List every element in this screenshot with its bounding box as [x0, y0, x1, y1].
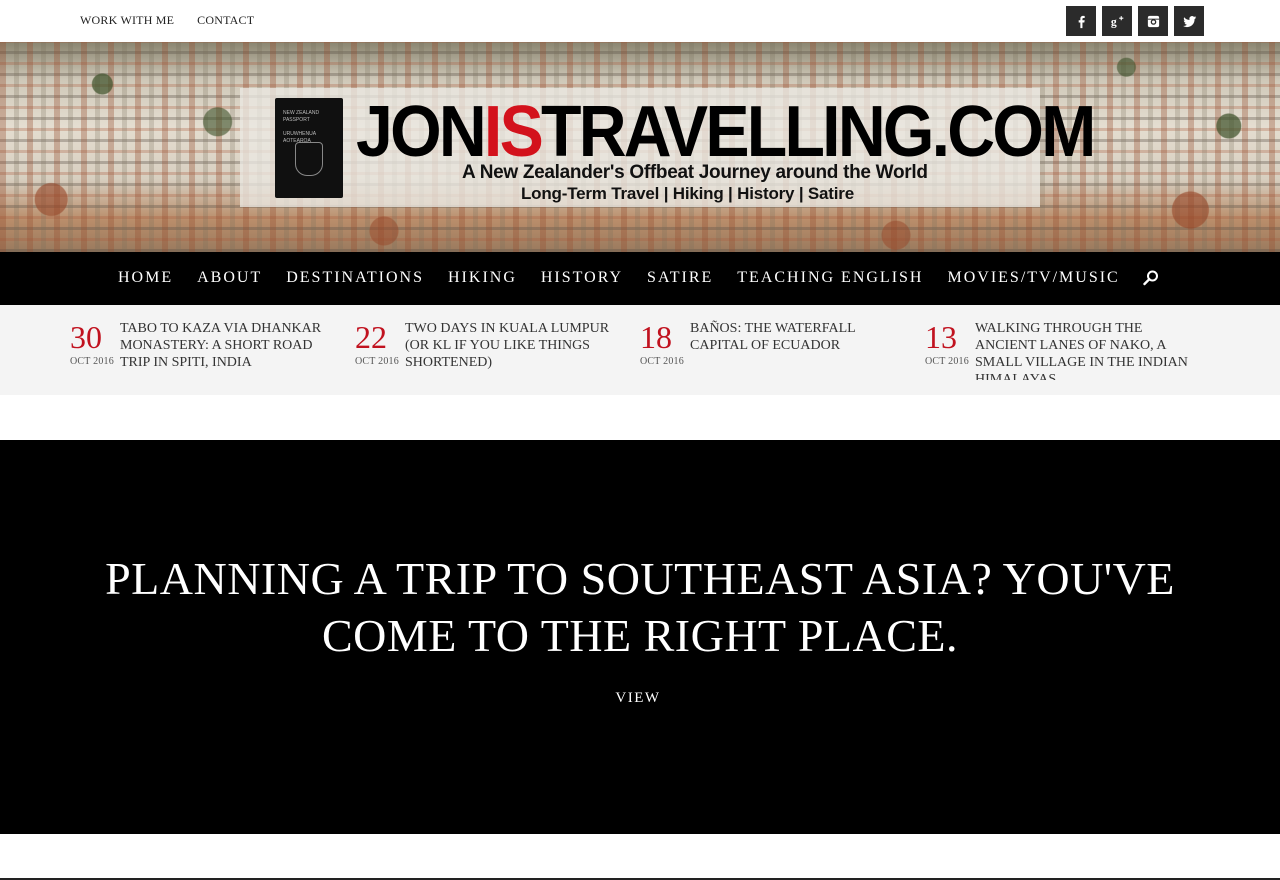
logo-title-is: IS: [483, 92, 544, 172]
post-month: OCT 2016: [70, 356, 114, 367]
post-title[interactable]: BAÑOS: THE WATERFALL CAPITAL OF ECUADOR: [690, 320, 905, 354]
nav-item-hiking[interactable]: HIKING: [448, 269, 517, 287]
post-day: 18: [640, 320, 672, 355]
twitter-icon[interactable]: [1174, 6, 1204, 36]
top-links: WORK WITH ME CONTACT: [80, 13, 254, 28]
post-title[interactable]: TWO DAYS IN KUALA LUMPUR (OR KL IF YOU L…: [405, 320, 620, 371]
work-with-me-link[interactable]: WORK WITH ME: [80, 13, 174, 28]
logo-title-travelling: TRAVELLING.COM: [540, 92, 1096, 172]
recent-post-item[interactable]: 30 OCT 2016 TABO TO KAZA VIA DHANKAR MON…: [70, 320, 340, 380]
nav-item-home[interactable]: HOME: [118, 269, 173, 287]
google-plus-glyph: g: [1110, 15, 1123, 28]
nav-item-satire[interactable]: SATIRE: [647, 269, 713, 287]
hero-heading: PLANNING A TRIP TO SOUTHEAST ASIA? YOU'V…: [105, 553, 1175, 661]
instagram-glyph: [1147, 15, 1159, 27]
nav-item-movies-tv-music[interactable]: MOVIES/TV/MUSIC: [947, 269, 1119, 287]
passport-text: NEW ZEALAND PASSPORT URUWHENUA AOTEAROA: [283, 110, 320, 144]
nav-item-destinations[interactable]: DESTINATIONS: [286, 269, 424, 287]
svg-text:g: g: [1110, 15, 1116, 28]
post-title[interactable]: TABO TO KAZA VIA DHANKAR MONASTERY: A SH…: [120, 320, 335, 371]
contact-link[interactable]: CONTACT: [197, 13, 254, 28]
search-icon[interactable]: [1142, 269, 1160, 287]
logo-tagline: A New Zealander's Offbeat Journey around…: [462, 162, 928, 183]
recent-post-item[interactable]: 13 OCT 2016 WALKING THROUGH THE ANCIENT …: [925, 320, 1195, 380]
recent-posts-strip: 30 OCT 2016 TABO TO KAZA VIA DHANKAR MON…: [0, 305, 1280, 395]
top-bar: WORK WITH ME CONTACT g: [0, 0, 1280, 42]
view-button[interactable]: VIEW: [0, 690, 1276, 707]
hero-section: PLANNING A TRIP TO SOUTHEAST ASIA? YOU'V…: [0, 440, 1280, 834]
site-logo[interactable]: NEW ZEALAND PASSPORT URUWHENUA AOTEAROA JON…: [240, 88, 1096, 207]
logo-title-jon: JON: [356, 92, 487, 172]
post-month: OCT 2016: [355, 356, 399, 367]
social-links: g: [1066, 6, 1204, 36]
recent-post-item[interactable]: 22 OCT 2016 TWO DAYS IN KUALA LUMPUR (OR…: [355, 320, 625, 380]
post-day: 22: [355, 320, 387, 355]
logo-subtagline: Long-Term Travel | Hiking | History | Sa…: [521, 184, 854, 203]
facebook-glyph: [1078, 15, 1085, 28]
recent-post-item[interactable]: 18 OCT 2016 BAÑOS: THE WATERFALL CAPITAL…: [640, 320, 910, 380]
twitter-glyph: [1182, 15, 1196, 27]
nav-item-about[interactable]: ABOUT: [197, 269, 262, 287]
post-month: OCT 2016: [640, 356, 684, 367]
header-banner: NEW ZEALAND PASSPORT URUWHENUA AOTEAROA JON…: [0, 42, 1280, 252]
logo-title: JONISTRAVELLING.COM: [356, 92, 1096, 172]
post-day: 13: [925, 320, 957, 355]
instagram-icon[interactable]: [1138, 6, 1168, 36]
post-month: OCT 2016: [925, 356, 969, 367]
post-title[interactable]: WALKING THROUGH THE ANCIENT LANES OF NAK…: [975, 320, 1190, 380]
main-nav: HOME ABOUT DESTINATIONS HIKING HISTORY S…: [0, 252, 1280, 305]
facebook-icon[interactable]: [1066, 6, 1096, 36]
nav-item-history[interactable]: HISTORY: [541, 269, 623, 287]
nav-menu: HOME ABOUT DESTINATIONS HIKING HISTORY S…: [118, 269, 1120, 287]
passport-icon: NEW ZEALAND PASSPORT URUWHENUA AOTEAROA: [275, 98, 343, 198]
google-plus-icon[interactable]: g: [1102, 6, 1132, 36]
post-day: 30: [70, 320, 102, 355]
nav-item-teaching-english[interactable]: TEACHING ENGLISH: [737, 269, 923, 287]
crest-icon: [295, 142, 323, 176]
